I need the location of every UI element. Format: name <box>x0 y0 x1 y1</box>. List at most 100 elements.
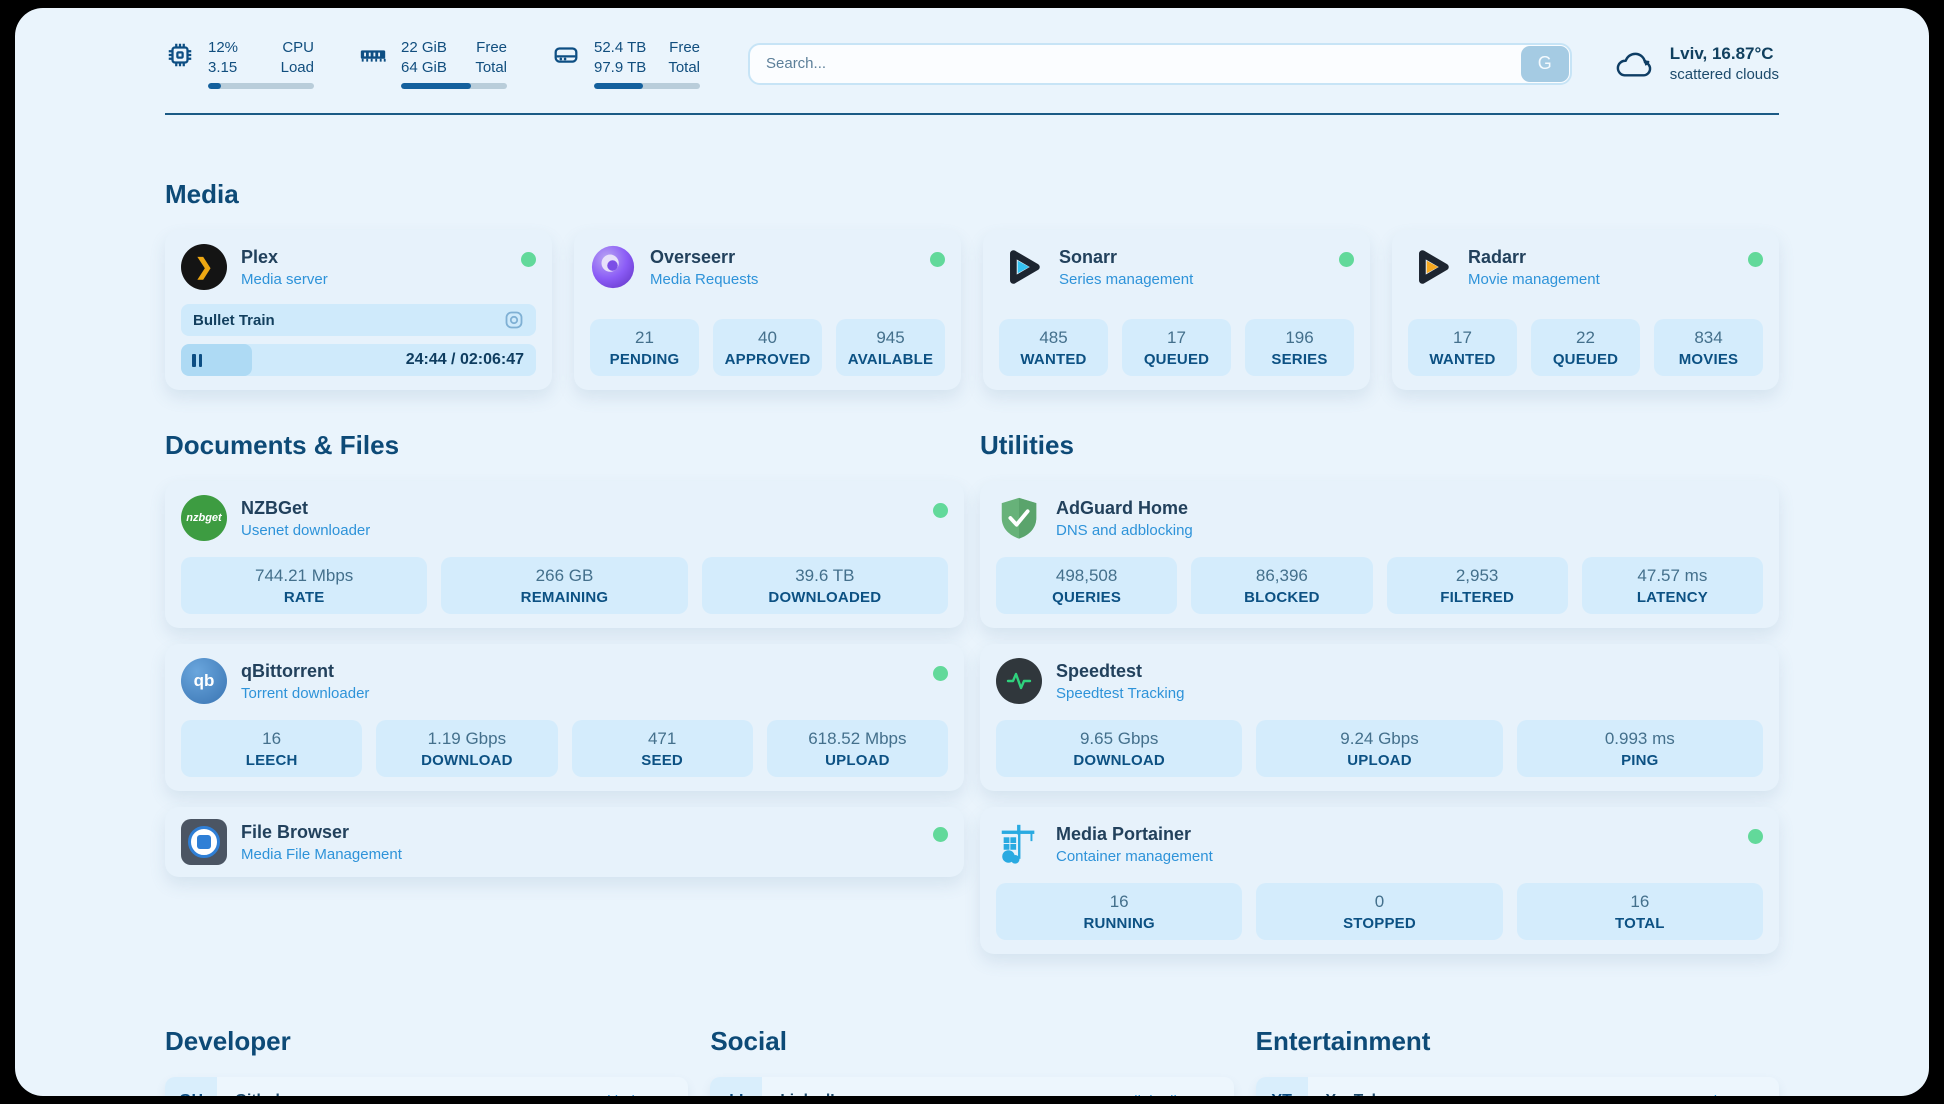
stat-value: 22 <box>1535 328 1636 348</box>
pause-icon[interactable] <box>192 354 202 367</box>
dashboard-panel: 12% CPU 3.15 Load 22 GiB Free <box>15 8 1929 1096</box>
service-card-filebrowser[interactable]: File Browser Media File Management <box>165 807 964 877</box>
stat-value: 1.19 Gbps <box>380 729 553 749</box>
stat-pill: 17 WANTED <box>1408 319 1517 376</box>
cpu-stat-widget: 12% CPU 3.15 Load <box>165 38 314 89</box>
cpu-usage-value: 12% <box>208 38 238 58</box>
service-card-adguard[interactable]: AdGuard Home DNS and adblocking 498,508 … <box>980 481 1779 628</box>
weather-condition: scattered clouds <box>1670 66 1779 83</box>
disk-total-value: 97.9 TB <box>594 58 646 78</box>
ram-stat-widget: 22 GiB Free 64 GiB Total <box>358 38 507 89</box>
section-title-documents: Documents & Files <box>165 430 964 461</box>
service-card-nzbget[interactable]: nzbget NZBGet Usenet downloader 744.21 M… <box>165 481 964 628</box>
link-url: youtube.com <box>1677 1093 1763 1097</box>
status-dot <box>933 666 948 681</box>
playback-time: 24:44 / 02:06:47 <box>406 344 524 376</box>
portainer-icon <box>996 821 1042 867</box>
service-card-sonarr[interactable]: Sonarr Series management 485 WANTED 17 Q… <box>983 230 1370 390</box>
filebrowser-icon <box>181 819 227 865</box>
service-card-plex[interactable]: ❯ Plex Media server Bullet Train <box>165 230 552 390</box>
service-card-portainer[interactable]: Media Portainer Container management 16 … <box>980 807 1779 954</box>
cpu-load-value: 3.15 <box>208 58 238 78</box>
link-row-github[interactable]: GH Github github.com <box>165 1077 688 1096</box>
stat-value: 744.21 Mbps <box>185 566 423 586</box>
stat-value: 266 GB <box>445 566 683 586</box>
ram-total-value: 64 GiB <box>401 58 447 78</box>
stat-value: 2,953 <box>1391 566 1564 586</box>
link-row-youtube[interactable]: YT YouTube youtube.com <box>1256 1077 1779 1096</box>
speedtest-icon <box>996 658 1042 704</box>
stat-label: LATENCY <box>1586 589 1759 606</box>
ram-progress-fill <box>401 83 471 89</box>
qbittorrent-icon: qb <box>181 658 227 704</box>
status-dot <box>1748 252 1763 267</box>
ram-free-value: 22 GiB <box>401 38 447 58</box>
nzbget-icon: nzbget <box>181 495 227 541</box>
cpu-load-label: Load <box>281 58 314 78</box>
link-url: github.com <box>599 1093 672 1097</box>
service-card-radarr[interactable]: Radarr Movie management 17 WANTED 22 QUE… <box>1392 230 1779 390</box>
weather-location-temp: Lviv, 16.87°C <box>1670 44 1779 64</box>
cpu-icon <box>165 40 195 70</box>
stat-pill: 1.19 Gbps DOWNLOAD <box>376 720 557 777</box>
link-row-linkedin[interactable]: LI LinkedIn linkedin.com <box>710 1077 1233 1096</box>
stat-value: 16 <box>185 729 358 749</box>
search-provider-button[interactable]: G <box>1521 46 1569 82</box>
service-card-qbittorrent[interactable]: qb qBittorrent Torrent downloader 16 LEE… <box>165 644 964 791</box>
app-subtitle: Media File Management <box>241 846 402 863</box>
cpu-progress-fill <box>208 83 221 89</box>
service-card-overseerr[interactable]: Overseerr Media Requests 21 PENDING 40 A… <box>574 230 961 390</box>
search-input[interactable] <box>748 43 1572 85</box>
stat-label: WANTED <box>1412 351 1513 368</box>
stat-value: 17 <box>1412 328 1513 348</box>
stat-label: SERIES <box>1249 351 1350 368</box>
app-subtitle: DNS and adblocking <box>1056 522 1193 539</box>
stat-pill: 17 QUEUED <box>1122 319 1231 376</box>
section-title-entertainment: Entertainment <box>1256 1026 1779 1057</box>
status-dot <box>933 827 948 842</box>
disk-stat-widget: 52.4 TB Free 97.9 TB Total <box>551 38 700 89</box>
stat-label: AVAILABLE <box>840 351 941 368</box>
cloud-icon <box>1614 47 1656 81</box>
now-playing-title: Bullet Train <box>193 312 275 329</box>
stat-pill: 16 LEECH <box>181 720 362 777</box>
status-dot <box>933 503 948 518</box>
link-tag: LI <box>710 1077 762 1096</box>
stat-pill: 9.24 Gbps UPLOAD <box>1256 720 1502 777</box>
stat-label: QUERIES <box>1000 589 1173 606</box>
stat-label: SEED <box>576 752 749 769</box>
stat-label: BLOCKED <box>1195 589 1368 606</box>
stat-pill: 471 SEED <box>572 720 753 777</box>
app-name: AdGuard Home <box>1056 498 1193 519</box>
stat-label: QUEUED <box>1126 351 1227 368</box>
stat-label: TOTAL <box>1521 915 1759 932</box>
radarr-icon <box>1408 244 1454 290</box>
stat-pill: 86,396 BLOCKED <box>1191 557 1372 614</box>
stat-pill: 47.57 ms LATENCY <box>1582 557 1763 614</box>
ram-progress-track <box>401 83 507 89</box>
status-dot <box>1748 829 1763 844</box>
stat-label: REMAINING <box>445 589 683 606</box>
stat-value: 17 <box>1126 328 1227 348</box>
stat-value: 47.57 ms <box>1586 566 1759 586</box>
stat-label: PENDING <box>594 351 695 368</box>
link-name: LinkedIn <box>780 1092 844 1096</box>
stat-pill: 485 WANTED <box>999 319 1108 376</box>
media-cards-row: ❯ Plex Media server Bullet Train <box>165 230 1779 390</box>
playback-progress-bar[interactable]: 24:44 / 02:06:47 <box>181 344 536 376</box>
cast-icon[interactable] <box>504 310 524 330</box>
stat-value: 471 <box>576 729 749 749</box>
section-title-utilities: Utilities <box>980 430 1779 461</box>
stat-value: 834 <box>1658 328 1759 348</box>
stat-value: 86,396 <box>1195 566 1368 586</box>
stat-label: DOWNLOAD <box>1000 752 1238 769</box>
stat-value: 16 <box>1521 892 1759 912</box>
service-card-speedtest[interactable]: Speedtest Speedtest Tracking 9.65 Gbps D… <box>980 644 1779 791</box>
stat-pill: 9.65 Gbps DOWNLOAD <box>996 720 1242 777</box>
disk-progress-fill <box>594 83 643 89</box>
developer-links-section: Developer GH Github github.com SO StackO… <box>165 1026 688 1096</box>
stat-label: DOWNLOAD <box>380 752 553 769</box>
entertainment-links-section: Entertainment YT YouTube youtube.com NF … <box>1256 1026 1779 1096</box>
stat-pill: 39.6 TB DOWNLOADED <box>702 557 948 614</box>
stat-value: 16 <box>1000 892 1238 912</box>
